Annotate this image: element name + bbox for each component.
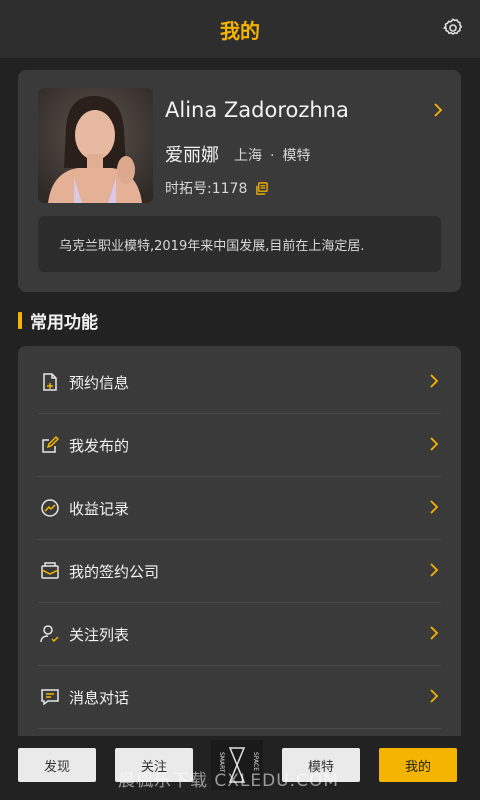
list-item-published[interactable]: 我发布的 — [38, 414, 441, 477]
list-item-label: 我的签约公司 — [69, 562, 160, 581]
list-item-follow[interactable]: 关注列表 — [38, 603, 441, 666]
tab-mine[interactable]: 我的 — [379, 748, 457, 782]
list-item-earnings[interactable]: 收益记录 — [38, 477, 441, 540]
copy-icon[interactable] — [255, 181, 269, 195]
chevron-right-icon — [429, 688, 439, 708]
function-list: 预约信息 我发布的 收益记录 我的签约公司 关注列表 消息对话 — [18, 346, 461, 746]
section-title-text: 常用功能 — [30, 312, 98, 333]
gear-icon — [442, 18, 463, 35]
watermark: 晨楓乐下载 CXLEDU.COM — [118, 771, 339, 791]
city-label: 上海 — [234, 148, 262, 164]
chevron-right-icon — [429, 373, 439, 393]
bio: 乌克兰职业模特,2019年来中国发展,目前在上海定居. — [38, 216, 441, 272]
chevron-right-icon[interactable] — [433, 102, 443, 122]
top-bar: 我的 — [0, 0, 480, 58]
name-chinese: 爱丽娜 — [165, 145, 219, 166]
section-title: 常用功能 — [18, 309, 98, 333]
earnings-icon — [39, 497, 61, 519]
chevron-right-icon — [429, 499, 439, 519]
role-label: 模特 — [282, 148, 311, 164]
list-item-messages[interactable]: 消息对话 — [38, 666, 441, 729]
list-item-label: 关注列表 — [69, 625, 130, 644]
section-accent-bar — [18, 311, 22, 329]
message-icon — [39, 686, 61, 708]
tuo-id-text: 时拓号:1178 — [165, 181, 248, 197]
list-item-booking[interactable]: 预约信息 — [38, 351, 441, 414]
profile-card[interactable]: Alina Zadorozhna 爱丽娜 上海 · 模特 时拓号:1178 乌克兰职… — [18, 70, 461, 292]
avatar — [38, 88, 153, 203]
chevron-right-icon — [429, 436, 439, 456]
company-icon — [39, 560, 61, 582]
chevron-right-icon — [429, 562, 439, 582]
list-item-label: 消息对话 — [69, 688, 130, 707]
settings-button[interactable] — [440, 15, 466, 41]
list-item-company[interactable]: 我的签约公司 — [38, 540, 441, 603]
tab-discover[interactable]: 发现 — [18, 748, 96, 782]
chevron-right-icon — [429, 625, 439, 645]
location-role: 上海 · 模特 — [234, 145, 310, 165]
page-title: 我的 — [220, 18, 260, 43]
list-item-label: 我发布的 — [69, 436, 130, 455]
follow-icon — [39, 623, 61, 645]
list-item-label: 预约信息 — [69, 373, 130, 392]
list-item-label: 收益记录 — [69, 499, 130, 518]
separator: · — [270, 148, 275, 164]
booking-icon — [39, 371, 61, 393]
name-english: Alina Zadorozhna — [165, 98, 349, 122]
tuo-id: 时拓号:1178 — [165, 178, 269, 198]
edit-icon — [39, 434, 61, 456]
